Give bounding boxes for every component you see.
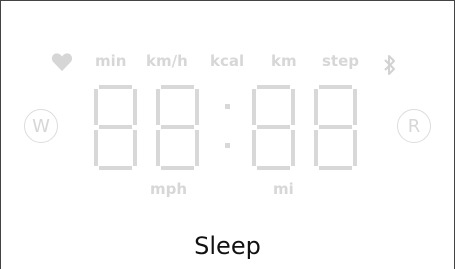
unit-mph: mph [150,180,188,198]
status-label: Sleep [194,232,261,260]
digit-3 [252,85,295,170]
digit-1 [94,85,137,170]
digit-4 [314,85,357,170]
digit-2 [156,85,199,170]
unit-indicators-bottom: mph mi [0,180,455,202]
segment-display [94,85,357,170]
unit-mi: mi [273,180,294,198]
colon [225,104,230,148]
